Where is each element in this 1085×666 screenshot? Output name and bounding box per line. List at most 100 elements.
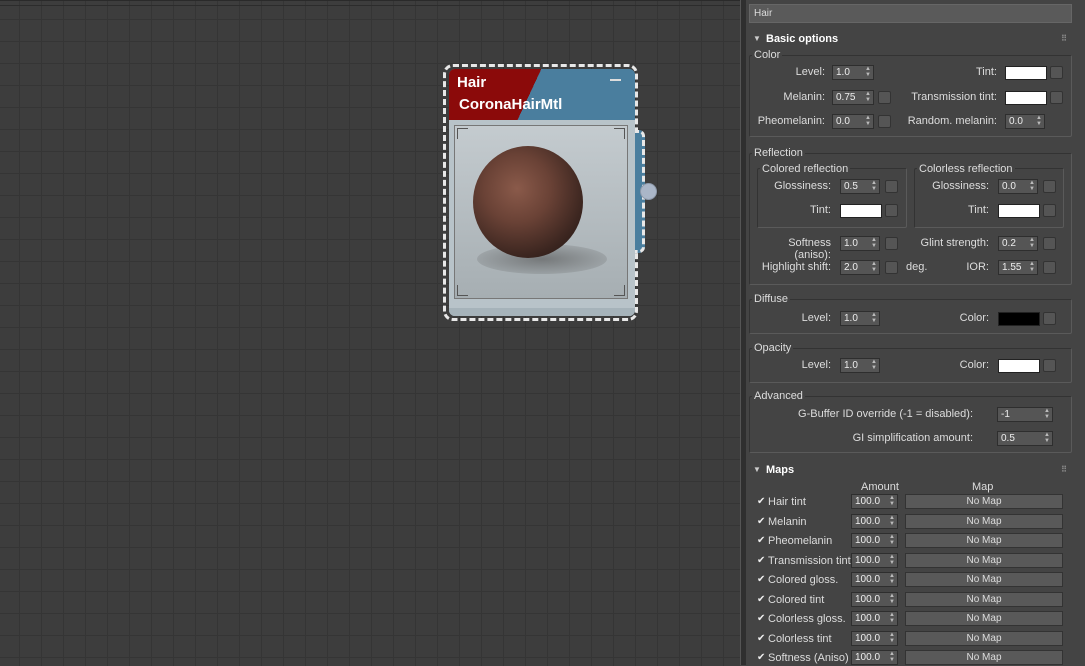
glint-strength-spinner[interactable]: 0.2 ▲ ▼ — [998, 236, 1038, 251]
corner-icon — [614, 285, 625, 296]
map-enable-checkbox[interactable]: ✔ — [757, 633, 765, 644]
opacity-level-spinner[interactable]: 1.0 ▲ ▼ — [840, 358, 880, 373]
colorless-tint-swatch[interactable] — [998, 204, 1040, 218]
output-port[interactable] — [640, 183, 657, 200]
highlight-shift-spinner[interactable]: 2.0 ▲ ▼ — [840, 260, 880, 275]
opacity-color-swatch[interactable] — [998, 359, 1040, 373]
colored-glossiness-spinner[interactable]: 0.5 ▲ ▼ — [840, 179, 880, 194]
map-slot-button[interactable]: No Map — [905, 514, 1063, 529]
map-row-label: Melanin — [768, 516, 807, 528]
gi-simplification-spinner[interactable]: 0.5 ▲ ▼ — [997, 431, 1053, 446]
map-slot-button[interactable]: No Map — [905, 631, 1063, 646]
rollout-basic-options[interactable]: ▼ Basic options ⠿ — [749, 32, 1075, 48]
map-slot-button[interactable]: No Map — [905, 572, 1063, 587]
amount-column-header: Amount — [861, 481, 899, 493]
map-row-label: Hair tint — [768, 496, 806, 508]
map-enable-checkbox[interactable]: ✔ — [757, 516, 765, 527]
node-resize-bar[interactable] — [449, 308, 635, 316]
map-enable-checkbox[interactable]: ✔ — [757, 535, 765, 546]
material-node[interactable]: Hair CoronaHairMtl — [449, 69, 635, 316]
map-amount-spinner[interactable]: 100.0 ▲ ▼ — [851, 553, 898, 568]
corner-icon — [614, 128, 625, 139]
map-amount-spinner[interactable]: 100.0 ▲ ▼ — [851, 592, 898, 607]
rollout-maps[interactable]: ▼ Maps ⠿ — [749, 463, 1075, 479]
map-amount-spinner[interactable]: 100.0 ▲ ▼ — [851, 514, 898, 529]
canvas-top-edge — [0, 5, 740, 6]
tint-label: Tint: — [976, 66, 997, 78]
map-slot-button[interactable]: No Map — [905, 592, 1063, 607]
map-slot-button[interactable]: No Map — [905, 611, 1063, 626]
map-amount-spinner[interactable]: 100.0 ▲ ▼ — [851, 533, 898, 548]
map-slot-button[interactable]: No Map — [905, 650, 1063, 665]
preview-sphere — [473, 146, 583, 258]
colorless-glossiness-map-button[interactable] — [1043, 180, 1056, 193]
map-amount-spinner[interactable]: 100.0 ▲ ▼ — [851, 631, 898, 646]
group-colorless-reflection — [914, 168, 1064, 228]
softness-map-button[interactable] — [885, 237, 898, 250]
colored-tint-map-button[interactable] — [885, 204, 898, 217]
map-column-header: Map — [972, 481, 994, 493]
gbuffer-id-spinner[interactable]: -1 ▲ ▼ — [997, 407, 1053, 422]
map-amount-spinner[interactable]: 100.0 ▲ ▼ — [851, 494, 898, 509]
colored-glossiness-map-button[interactable] — [885, 180, 898, 193]
map-amount-spinner[interactable]: 100.0 ▲ ▼ — [851, 650, 898, 665]
group-title: Diffuse — [752, 293, 791, 305]
map-slot-button[interactable]: No Map — [905, 494, 1063, 509]
deg-unit-label: deg. — [906, 261, 928, 273]
glint-strength-map-button[interactable] — [1043, 237, 1056, 250]
colorless-glossiness-spinner[interactable]: 0.0 ▲ ▼ — [998, 179, 1038, 194]
melanin-label: Melanin: — [783, 91, 825, 103]
ior-map-button[interactable] — [1043, 261, 1056, 274]
map-amount-spinner[interactable]: 100.0 ▲ ▼ — [851, 572, 898, 587]
colorless-glossiness-label: Glossiness: — [932, 180, 989, 192]
tint-swatch[interactable] — [1005, 66, 1047, 80]
map-row-label: Pheomelanin — [768, 535, 833, 547]
softness-spinner[interactable]: 1.0 ▲ ▼ — [840, 236, 880, 251]
ior-spinner[interactable]: 1.55 ▲ ▼ — [998, 260, 1038, 275]
colored-tint-label: Tint: — [810, 204, 831, 216]
node-type: CoronaHairMtl — [459, 96, 563, 113]
map-enable-checkbox[interactable]: ✔ — [757, 574, 765, 585]
colored-tint-swatch[interactable] — [840, 204, 882, 218]
group-title: Colorless reflection — [917, 163, 1015, 175]
map-row-label: Transmission tint — [768, 555, 851, 567]
diffuse-level-spinner[interactable]: 1.0 ▲ ▼ — [840, 311, 880, 326]
pheomelanin-map-button[interactable] — [878, 115, 891, 128]
map-row-label: Colored tint — [768, 594, 825, 606]
colorless-tint-label: Tint: — [968, 204, 989, 216]
pheomelanin-spinner[interactable]: 0.0 ▲ ▼ — [832, 114, 874, 129]
diffuse-color-label: Color: — [959, 312, 989, 324]
material-preview — [454, 125, 628, 299]
map-enable-checkbox[interactable]: ✔ — [757, 594, 765, 605]
grip-icon: ⠿ — [1061, 465, 1067, 474]
material-name-field[interactable]: Hair — [749, 4, 1072, 23]
map-row-label: Colorless tint — [768, 633, 832, 645]
random-melanin-spinner[interactable]: 0.0 ▲ ▼ — [1005, 114, 1045, 129]
opacity-color-map-button[interactable] — [1043, 359, 1056, 372]
colorless-tint-map-button[interactable] — [1043, 204, 1056, 217]
highlight-shift-map-button[interactable] — [885, 261, 898, 274]
diffuse-level-label: Level: — [801, 312, 831, 324]
map-enable-checkbox[interactable]: ✔ — [757, 496, 765, 507]
map-slot-button[interactable]: No Map — [905, 533, 1063, 548]
opacity-level-label: Level: — [801, 359, 831, 371]
minimize-icon[interactable] — [610, 79, 621, 81]
diffuse-color-swatch[interactable] — [998, 312, 1040, 326]
group-title: Reflection — [752, 147, 805, 159]
melanin-map-button[interactable] — [878, 91, 891, 104]
melanin-spinner[interactable]: 0.75 ▲ ▼ — [832, 90, 874, 105]
map-slot-button[interactable]: No Map — [905, 553, 1063, 568]
group-title: Colored reflection — [760, 163, 851, 175]
pheomelanin-label: Pheomelanin: — [757, 115, 825, 127]
map-enable-checkbox[interactable]: ✔ — [757, 613, 765, 624]
gbuffer-id-label: G-Buffer ID override (-1 = disabled): — [798, 408, 973, 420]
transmission-tint-swatch[interactable] — [1005, 91, 1047, 105]
diffuse-color-map-button[interactable] — [1043, 312, 1056, 325]
tint-map-button[interactable] — [1050, 66, 1063, 79]
node-header[interactable]: Hair CoronaHairMtl — [449, 69, 635, 120]
map-amount-spinner[interactable]: 100.0 ▲ ▼ — [851, 611, 898, 626]
map-enable-checkbox[interactable]: ✔ — [757, 652, 765, 663]
map-enable-checkbox[interactable]: ✔ — [757, 555, 765, 566]
transmission-tint-map-button[interactable] — [1050, 91, 1063, 104]
level-spinner[interactable]: 1.0 ▲ ▼ — [832, 65, 874, 80]
